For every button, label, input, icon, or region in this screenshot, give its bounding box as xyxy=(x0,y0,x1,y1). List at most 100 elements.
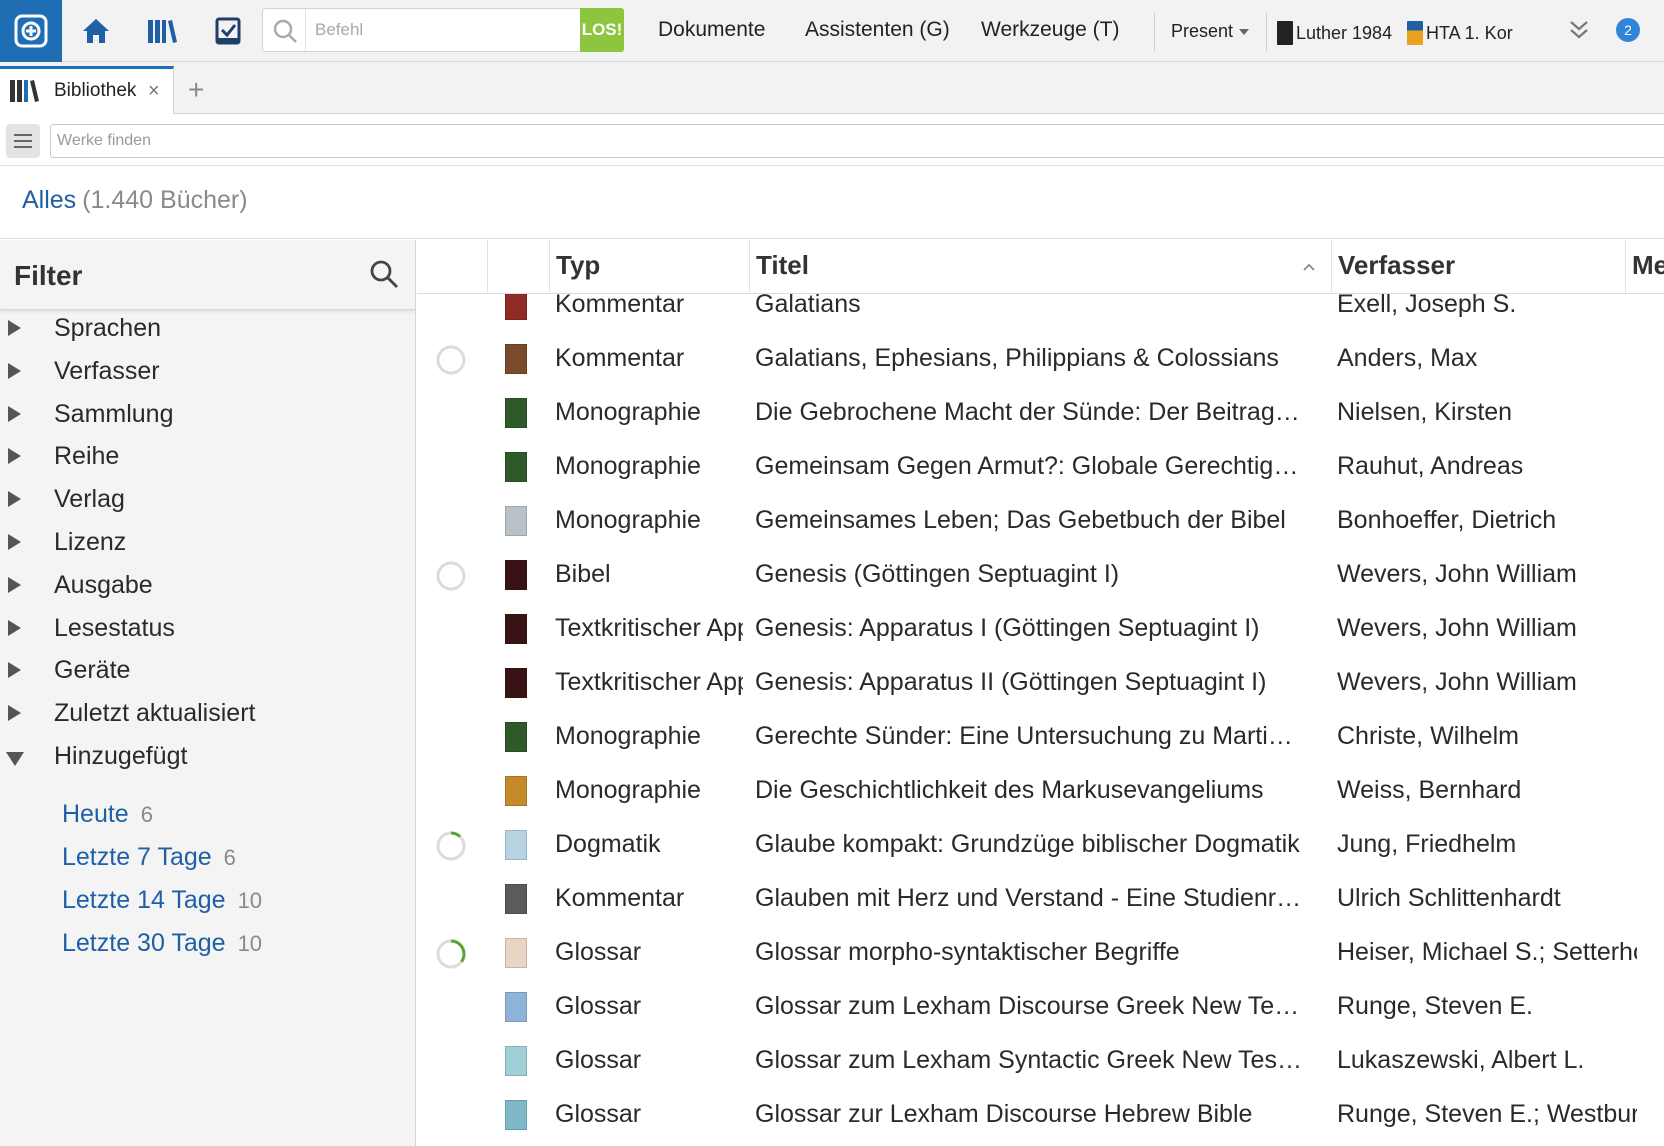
book-cover-icon[interactable] xyxy=(505,560,527,590)
triangle-right-icon[interactable] xyxy=(8,534,21,550)
column-header-cover[interactable] xyxy=(487,240,549,294)
book-cover-icon[interactable] xyxy=(505,452,527,482)
add-tab-button[interactable]: + xyxy=(188,76,204,104)
cell-titel[interactable]: Gerechte Sünder: Eine Untersuchung zu Ma… xyxy=(755,722,1305,751)
cell-titel[interactable]: Galatians, Ephesians, Philippians & Colo… xyxy=(755,344,1305,373)
command-input[interactable] xyxy=(315,17,565,43)
cell-titel[interactable]: Genesis (Göttingen Septuagint I) xyxy=(755,560,1305,589)
notification-badge[interactable]: 2 xyxy=(1616,18,1640,42)
book-cover-icon[interactable] xyxy=(505,992,527,1022)
table-row[interactable]: Monographie Gemeinsames Leben; Das Gebetb… xyxy=(417,494,1664,548)
table-row[interactable]: Textkritischer Apparat Genesis: Apparatus… xyxy=(417,602,1664,656)
search-icon[interactable] xyxy=(368,258,400,290)
filter-option[interactable]: Heute 6 xyxy=(62,800,153,840)
triangle-right-icon[interactable] xyxy=(8,705,21,722)
checklist-icon[interactable] xyxy=(209,12,247,50)
cell-titel[interactable]: Die Geschichtlichkeit des Markusevangeli… xyxy=(755,776,1305,805)
present-menu[interactable]: Present xyxy=(1171,21,1250,42)
table-row[interactable]: Monographie Gemeinsam Gegen Armut?: Globa… xyxy=(417,440,1664,494)
triangle-right-icon[interactable] xyxy=(8,619,21,636)
column-header-titel[interactable]: Titel xyxy=(749,240,1331,294)
menu-dokumente[interactable]: Dokumente xyxy=(658,18,765,42)
filter-group[interactable]: Ausgabe xyxy=(0,567,415,607)
find-works-input[interactable] xyxy=(50,124,1664,158)
book-cover-icon[interactable] xyxy=(505,290,527,320)
logos-app-icon[interactable] xyxy=(0,0,62,62)
filter-group[interactable]: Reihe xyxy=(0,438,415,478)
column-header-progress[interactable] xyxy=(417,240,487,294)
filter-group[interactable]: Sammlung xyxy=(0,396,415,436)
column-header-typ[interactable]: Typ xyxy=(549,240,749,294)
book-cover-icon[interactable] xyxy=(505,506,527,536)
triangle-right-icon[interactable] xyxy=(8,662,21,679)
cell-titel[interactable]: Die Gebrochene Macht der Sünde: Der Beit… xyxy=(755,398,1305,427)
go-button[interactable]: LOS! xyxy=(580,8,624,52)
book-cover-icon[interactable] xyxy=(505,884,527,914)
book-cover-icon[interactable] xyxy=(505,722,527,752)
book-cover-icon[interactable] xyxy=(505,344,527,374)
table-row[interactable]: Monographie Die Gebrochene Macht der Sünd… xyxy=(417,386,1664,440)
filter-option[interactable]: Letzte 7 Tage 6 xyxy=(62,843,236,883)
triangle-right-icon[interactable] xyxy=(8,320,21,336)
triangle-right-icon[interactable] xyxy=(8,491,21,508)
cell-titel[interactable]: Genesis: Apparatus II (Göttingen Septuag… xyxy=(755,668,1305,697)
book-cover-icon[interactable] xyxy=(505,398,527,428)
table-row[interactable]: Textkritischer Apparat Genesis: Apparatus… xyxy=(417,656,1664,710)
close-icon[interactable]: × xyxy=(148,81,160,101)
table-row[interactable]: Glossar Glossar zur Lexham Discourse Hebr… xyxy=(417,1088,1664,1142)
triangle-right-icon[interactable] xyxy=(8,448,21,465)
filter-group[interactable]: Geräte xyxy=(0,652,415,692)
column-header-verfasser[interactable]: Verfasser xyxy=(1331,240,1625,294)
book-cover-icon[interactable] xyxy=(505,614,527,644)
book-cover-icon[interactable] xyxy=(505,668,527,698)
filter-group[interactable]: Verfasser xyxy=(0,353,415,393)
table-row[interactable]: Monographie Gerechte Sünder: Eine Untersu… xyxy=(417,710,1664,764)
resource-link-luther[interactable]: Luther 1984 xyxy=(1277,21,1392,45)
cell-titel[interactable]: Glossar zum Lexham Syntactic Greek New T… xyxy=(755,1046,1305,1075)
resource-link-hta[interactable]: HTA 1. Kor xyxy=(1407,21,1513,45)
table-row[interactable]: Glossar Glossar zum Lexham Discourse Gree… xyxy=(417,980,1664,1034)
filter-group[interactable]: Lizenz xyxy=(0,524,415,564)
table-row[interactable]: Monographie Die Geschichtlichkeit des Mar… xyxy=(417,764,1664,818)
menu-werkzeuge[interactable]: Werkzeuge (T) xyxy=(981,18,1119,42)
triangle-down-icon[interactable] xyxy=(6,752,24,766)
filter-group[interactable]: Lesestatus xyxy=(0,610,415,650)
book-cover-icon[interactable] xyxy=(505,1100,527,1130)
home-icon[interactable] xyxy=(77,12,115,50)
library-icon[interactable] xyxy=(143,12,181,50)
cell-titel[interactable]: Genesis: Apparatus I (Göttingen Septuagi… xyxy=(755,614,1305,643)
table-row[interactable]: Bibel Genesis (Göttingen Septuagint I) Wev… xyxy=(417,548,1664,602)
cell-titel[interactable]: Glauben mit Herz und Verstand - Eine Stu… xyxy=(755,884,1305,913)
filter-group[interactable]: Zuletzt aktualisiert xyxy=(0,695,415,735)
triangle-right-icon[interactable] xyxy=(8,576,21,593)
table-row[interactable]: Dogmatik Glaube kompakt: Grundzüge biblis… xyxy=(417,818,1664,872)
triangle-right-icon[interactable] xyxy=(8,405,21,422)
scope-link[interactable]: Alles xyxy=(22,186,76,214)
table-row[interactable]: Kommentar Glauben mit Herz und Verstand -… xyxy=(417,872,1664,926)
cell-titel[interactable]: Glossar zum Lexham Discourse Greek New T… xyxy=(755,992,1305,1021)
column-header-me[interactable]: Me xyxy=(1625,240,1664,294)
book-cover-icon[interactable] xyxy=(505,830,527,860)
cell-titel[interactable]: Glossar zur Lexham Discourse Hebrew Bibl… xyxy=(755,1100,1305,1129)
menu-assistenten[interactable]: Assistenten (G) xyxy=(805,18,950,42)
triangle-right-icon[interactable] xyxy=(8,362,21,379)
menu-icon[interactable] xyxy=(6,124,40,158)
table-row[interactable]: Kommentar Galatians, Ephesians, Philippia… xyxy=(417,332,1664,386)
cell-titel[interactable]: Glaube kompakt: Grundzüge biblischer Dog… xyxy=(755,830,1305,859)
book-cover-icon[interactable] xyxy=(505,1046,527,1076)
chevron-double-down-icon[interactable] xyxy=(1566,16,1592,44)
cell-titel[interactable]: Galatians xyxy=(755,290,1305,319)
filter-group[interactable]: Hinzugefügt xyxy=(0,738,415,778)
filter-option[interactable]: Letzte 14 Tage 10 xyxy=(62,886,262,926)
tab-bibliothek[interactable]: Bibliothek × xyxy=(0,66,174,114)
table-row[interactable]: Glossar Glossar morpho-syntaktischer Begr… xyxy=(417,926,1664,980)
filter-group[interactable]: Verlag xyxy=(0,481,415,521)
table-row[interactable]: Glossar Glossar zum Lexham Syntactic Gree… xyxy=(417,1034,1664,1088)
cell-titel[interactable]: Glossar morpho-syntaktischer Begriffe xyxy=(755,938,1305,967)
book-cover-icon[interactable] xyxy=(505,776,527,806)
cell-titel[interactable]: Gemeinsames Leben; Das Gebetbuch der Bib… xyxy=(755,506,1305,535)
filter-group[interactable]: Sprachen xyxy=(0,310,415,350)
filter-option[interactable]: Letzte 30 Tage 10 xyxy=(62,929,262,969)
cell-titel[interactable]: Gemeinsam Gegen Armut?: Globale Gerechti… xyxy=(755,452,1305,481)
book-cover-icon[interactable] xyxy=(505,938,527,968)
